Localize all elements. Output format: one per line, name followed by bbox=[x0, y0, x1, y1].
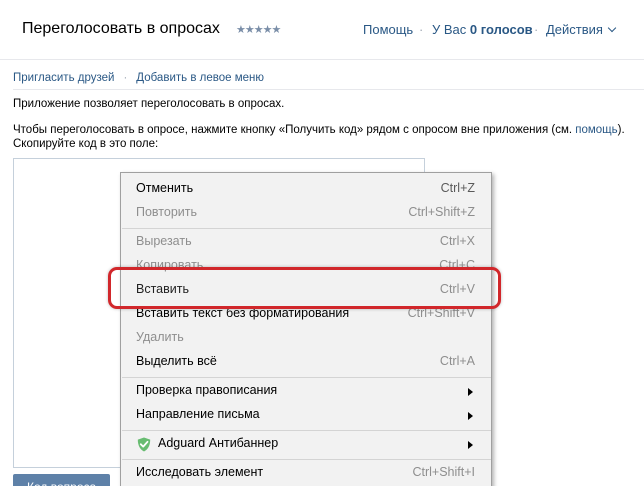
submenu-arrow-icon bbox=[468, 388, 473, 396]
link-separator: · bbox=[123, 72, 128, 84]
instruction-part: ). bbox=[617, 124, 625, 136]
menu-item-label: Adguard Антибаннер bbox=[158, 436, 279, 450]
app-title: Переголосовать в опросах bbox=[22, 20, 220, 37]
actions-menu[interactable]: Действия bbox=[546, 22, 617, 37]
menu-item-cut[interactable]: Вырезать Ctrl+X bbox=[121, 230, 491, 254]
menu-item-spellcheck[interactable]: Проверка правописания bbox=[121, 379, 491, 403]
menu-item-select-all[interactable]: Выделить всё Ctrl+A bbox=[121, 350, 491, 374]
menu-item-label: Вырезать bbox=[136, 234, 192, 248]
menu-item-label: Проверка правописания bbox=[136, 383, 278, 397]
intro-text: Приложение позволяет переголосовать в оп… bbox=[13, 98, 285, 110]
submenu-arrow-icon bbox=[468, 441, 473, 449]
menu-item-label: Исследовать элемент bbox=[136, 465, 264, 479]
submit-code-button[interactable]: Код вопроса bbox=[13, 474, 110, 486]
votes-counter[interactable]: У Вас 0 голосов bbox=[432, 22, 533, 37]
menu-item-label: Вставить bbox=[136, 282, 189, 296]
menu-separator bbox=[122, 430, 491, 431]
menu-item-shortcut: Ctrl+A bbox=[439, 354, 475, 368]
help-inline-link[interactable]: помощь bbox=[575, 124, 617, 136]
menu-item-delete[interactable]: Удалить bbox=[121, 326, 491, 350]
chevron-down-icon bbox=[607, 23, 617, 33]
menu-item-paste[interactable]: Вставить Ctrl+V bbox=[121, 278, 491, 302]
menu-item-shortcut: Ctrl+Shift+V bbox=[407, 306, 475, 320]
menu-item-shortcut: Ctrl+Shift+I bbox=[412, 465, 475, 479]
menu-separator bbox=[122, 377, 491, 378]
instruction-text: Чтобы переголосовать в опросе, нажмите к… bbox=[13, 123, 633, 151]
menu-item-undo[interactable]: Отменить Ctrl+Z bbox=[121, 177, 491, 201]
submenu-arrow-icon bbox=[468, 412, 473, 420]
menu-item-label: Выделить всё bbox=[136, 354, 217, 368]
menu-item-label: Удалить bbox=[136, 330, 184, 344]
instruction-line2: Скопируйте код в это поле: bbox=[13, 138, 159, 150]
menu-item-writing-direction[interactable]: Направление письма bbox=[121, 403, 491, 427]
adguard-shield-icon bbox=[137, 437, 151, 452]
menu-separator bbox=[122, 459, 491, 460]
help-link[interactable]: Помощь bbox=[363, 22, 413, 37]
menu-item-shortcut: Ctrl+Z bbox=[440, 181, 475, 195]
menu-item-label: Отменить bbox=[136, 181, 194, 195]
menu-item-shortcut: Ctrl+V bbox=[439, 282, 475, 296]
menu-item-shortcut: Ctrl+X bbox=[439, 234, 475, 248]
header-separator: · bbox=[534, 22, 539, 37]
menu-item-shortcut: Ctrl+Shift+Z bbox=[408, 205, 475, 219]
menu-item-label: Направление письма bbox=[136, 407, 260, 421]
menu-item-shortcut: Ctrl+C bbox=[439, 258, 475, 272]
rating-stars[interactable]: ★★★★★ bbox=[236, 23, 281, 36]
menu-item-paste-plain[interactable]: Вставить текст без форматирования Ctrl+S… bbox=[121, 302, 491, 326]
menu-separator bbox=[122, 228, 491, 229]
votes-count: 0 голосов bbox=[469, 22, 533, 37]
menu-item-redo[interactable]: Повторить Ctrl+Shift+Z bbox=[121, 201, 491, 225]
votes-prefix: У Вас bbox=[432, 22, 467, 37]
menu-item-label: Копировать bbox=[136, 258, 204, 272]
menu-item-inspect[interactable]: Исследовать элемент Ctrl+Shift+I bbox=[121, 461, 491, 485]
menu-item-label: Вставить текст без форматирования bbox=[136, 306, 350, 320]
instruction-part: Чтобы переголосовать в опросе, нажмите к… bbox=[13, 124, 576, 136]
menu-item-adguard[interactable]: Adguard Антибаннер bbox=[121, 432, 491, 456]
app-header: Переголосовать в опросах ★★★★★ Помощь · … bbox=[0, 0, 644, 60]
menu-item-label: Повторить bbox=[136, 205, 198, 219]
header-separator: · bbox=[419, 22, 424, 37]
actions-label: Действия bbox=[546, 22, 603, 37]
divider bbox=[13, 89, 644, 90]
context-menu: Отменить Ctrl+Z Повторить Ctrl+Shift+Z В… bbox=[120, 172, 492, 486]
menu-item-copy[interactable]: Копировать Ctrl+C bbox=[121, 254, 491, 278]
app-links: Пригласить друзей · Добавить в левое меню bbox=[13, 72, 264, 84]
invite-friends-link[interactable]: Пригласить друзей bbox=[13, 72, 114, 84]
add-to-menu-link[interactable]: Добавить в левое меню bbox=[136, 72, 264, 84]
